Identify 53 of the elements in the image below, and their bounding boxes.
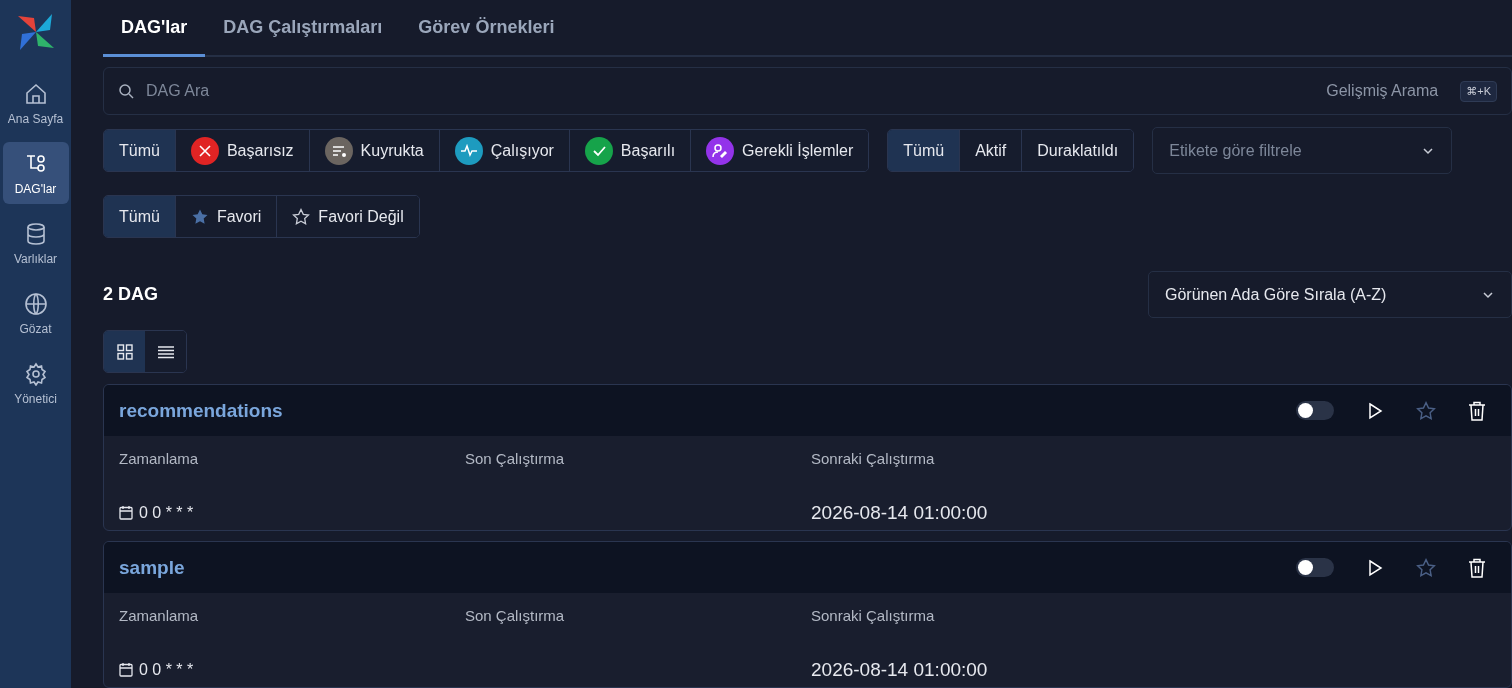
status-filter-button[interactable]: Tümü [104, 130, 175, 171]
settings-icon [23, 362, 48, 386]
state-filter-button[interactable]: Tümü [888, 130, 960, 171]
play-button[interactable] [1366, 401, 1384, 420]
favorite-filter-button[interactable]: Tümü [104, 196, 175, 237]
field-label: Son Çalıştırma [465, 607, 566, 625]
tab[interactable]: Görev Örnekleri [400, 0, 573, 57]
favorite-star-button[interactable] [1416, 557, 1436, 578]
status-filter-button[interactable]: Gerekli İşlemler [690, 130, 869, 171]
pause-toggle[interactable] [1296, 401, 1334, 420]
sidebar-item[interactable]: Ana Sayfa [2, 72, 69, 134]
check-circle-icon [584, 136, 613, 165]
calendar-icon [119, 505, 133, 521]
sidebar-item[interactable]: Gözat [2, 282, 69, 344]
search-field[interactable]: DAG Ara Gelişmiş Arama ⌘+K [103, 67, 1512, 115]
grid-icon [116, 343, 133, 360]
x-circle-icon [190, 136, 219, 165]
sidebar-item[interactable]: DAG'lar [2, 142, 69, 204]
shortcut-hint: ⌘+K [1460, 80, 1497, 102]
home-icon [23, 82, 48, 106]
next-run-value: 2026-08-14 01:00:00 [811, 501, 989, 524]
search-icon [118, 83, 134, 99]
field-label: Son Çalıştırma [465, 450, 566, 468]
globe-icon [23, 292, 48, 316]
delete-button[interactable] [1468, 400, 1486, 421]
tab[interactable]: DAG Çalıştırmaları [205, 0, 401, 57]
user-edit-icon [706, 136, 735, 165]
sort-dropdown[interactable]: Görünen Ada Göre Sırala (A-Z) [1148, 271, 1512, 318]
pause-toggle[interactable] [1296, 558, 1334, 577]
delete-button[interactable] [1468, 557, 1486, 578]
favorite-filter-button[interactable]: Favori Değil [276, 196, 419, 237]
next-run-value: 2026-08-14 01:00:00 [811, 658, 989, 681]
dag-count: 2 DAG [103, 284, 158, 305]
schedule-value: 0 0 * * * [139, 660, 194, 679]
field-label: Zamanlama [119, 607, 200, 625]
tab[interactable]: DAG'lar [103, 0, 206, 57]
sidebar-item[interactable]: Yönetici [2, 352, 69, 414]
list-icon [157, 344, 174, 359]
play-button[interactable] [1366, 558, 1384, 577]
sidebar-item[interactable]: Varlıklar [2, 212, 69, 274]
field-label: Sonraki Çalıştırma [811, 607, 936, 625]
schedule-value: 0 0 * * * [139, 503, 194, 522]
field-label: Sonraki Çalıştırma [811, 450, 936, 468]
favorite-star-button[interactable] [1416, 400, 1436, 421]
advanced-search-link[interactable]: Gelişmiş Arama [1326, 82, 1439, 100]
tag-filter-dropdown[interactable]: Etikete göre filtrele [1152, 127, 1453, 174]
star-outline-icon [292, 207, 311, 226]
grid-view-button[interactable] [104, 331, 145, 372]
state-filter-button[interactable]: Duraklatıldı [1021, 130, 1134, 171]
pulse-icon [454, 136, 483, 165]
field-label: Zamanlama [119, 450, 200, 468]
calendar-icon [119, 662, 133, 678]
list-icon [324, 136, 353, 165]
